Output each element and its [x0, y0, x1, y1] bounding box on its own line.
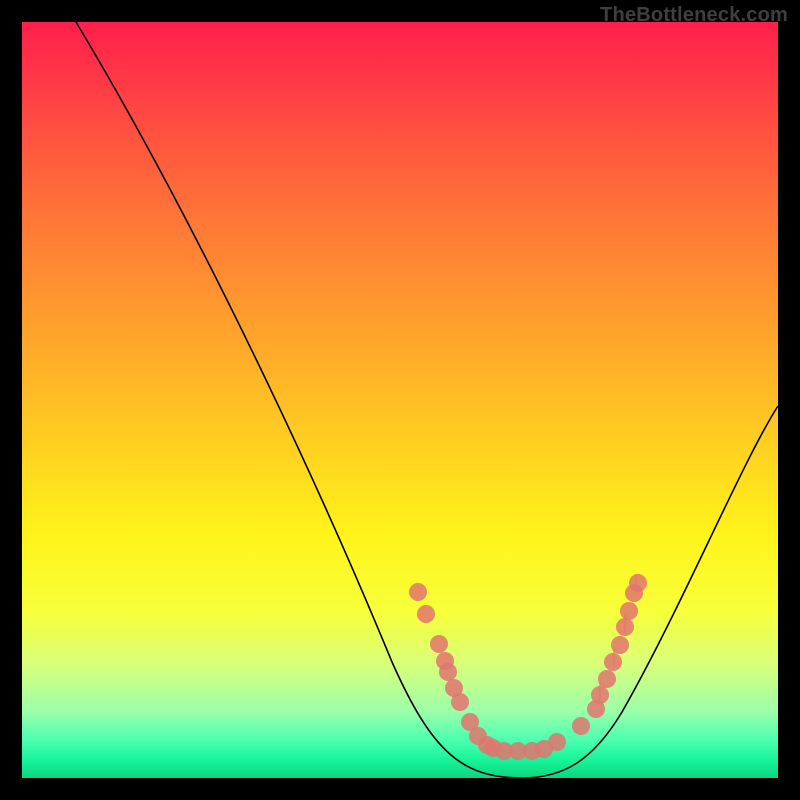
bottleneck-curve: [76, 22, 778, 778]
optimal-marker: [451, 693, 469, 711]
optimal-marker: [417, 605, 435, 623]
plot-area: [22, 22, 778, 778]
optimal-marker: [430, 635, 448, 653]
optimal-marker: [409, 583, 427, 601]
optimal-marker: [620, 602, 638, 620]
curve-layer: [22, 22, 778, 778]
optimal-markers: [409, 574, 647, 760]
optimal-marker: [439, 663, 457, 681]
optimal-marker: [598, 670, 616, 688]
optimal-marker: [604, 653, 622, 671]
watermark-text: TheBottleneck.com: [600, 4, 788, 27]
optimal-marker: [572, 717, 590, 735]
optimal-marker: [548, 733, 566, 751]
optimal-marker: [629, 574, 647, 592]
chart-stage: TheBottleneck.com: [0, 0, 800, 800]
